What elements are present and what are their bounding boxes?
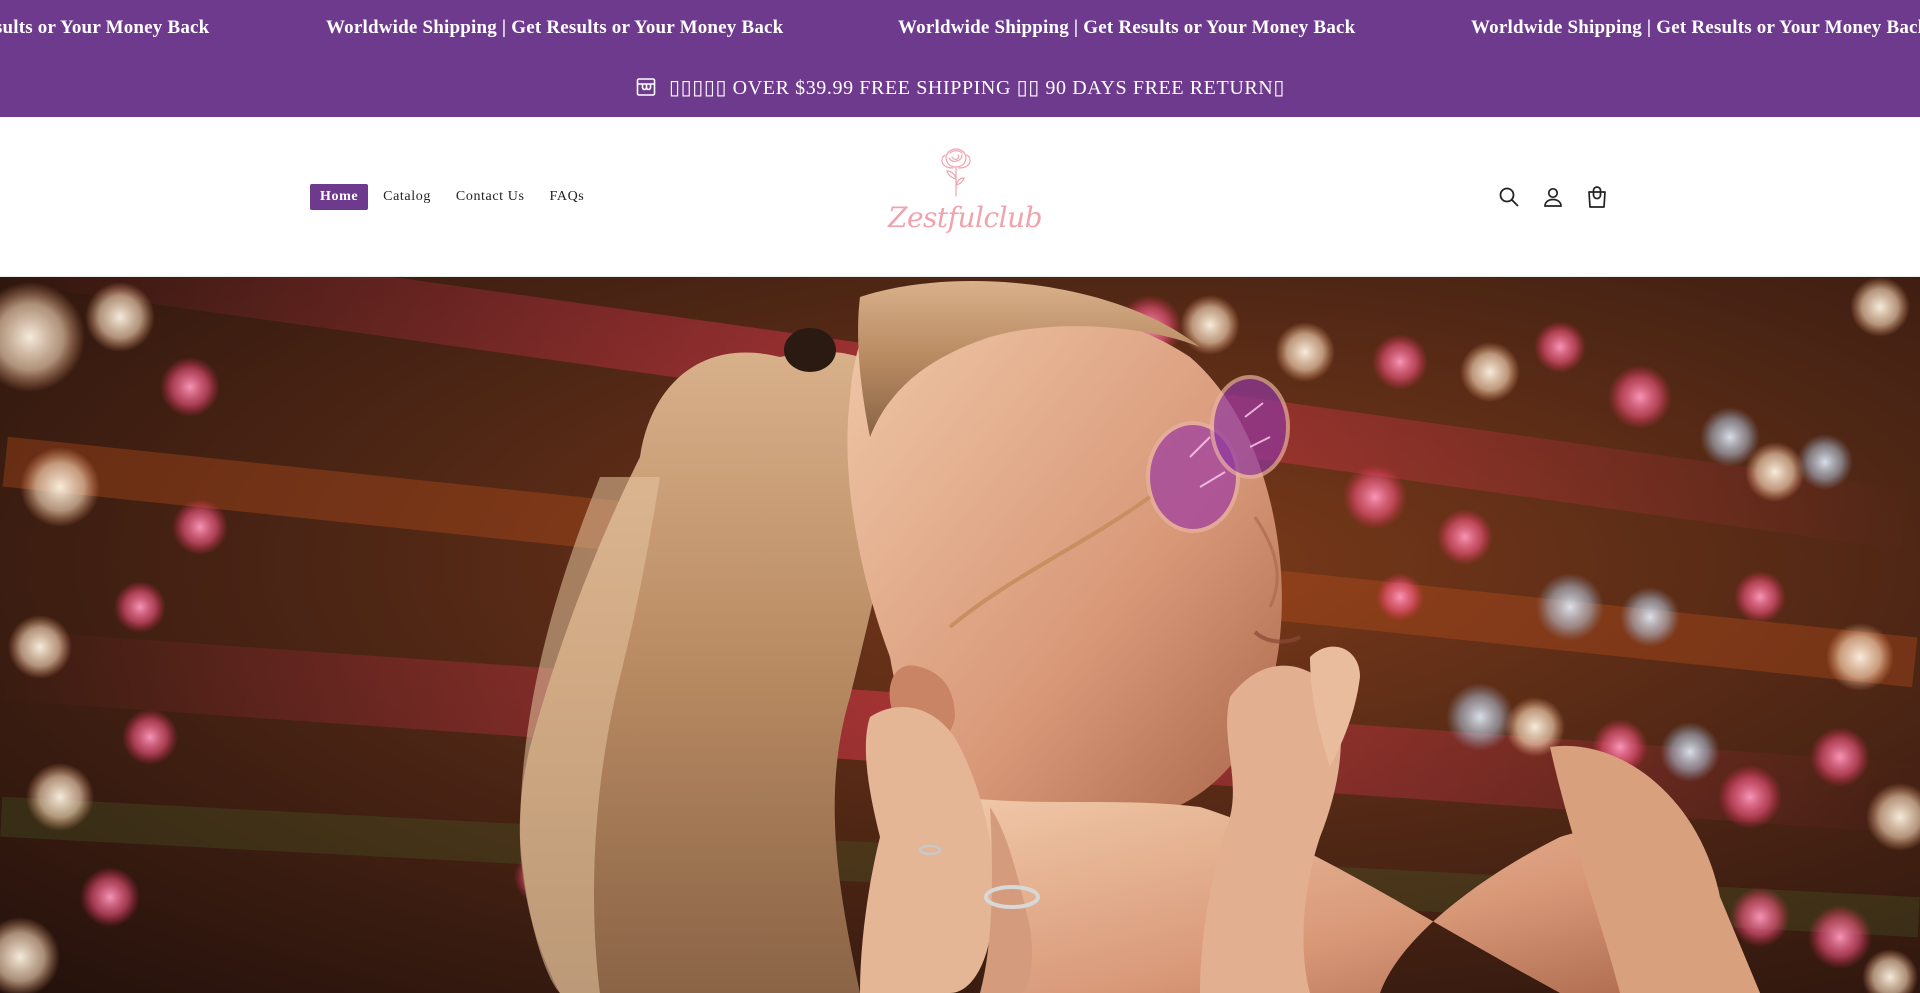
marquee-item: Worldwide Shipping | Get Results or Your… (1471, 17, 1920, 38)
cart-icon[interactable] (1584, 184, 1609, 209)
logo-text: Zestfulclub (888, 201, 1043, 234)
marquee-bar: Worldwide Shipping | Get Results or Your… (0, 0, 1920, 57)
nav-link-home[interactable]: Home (310, 184, 369, 210)
shop-icon (635, 76, 657, 98)
account-icon[interactable] (1540, 184, 1565, 209)
nav-link-contact-us[interactable]: Contact Us (446, 184, 535, 210)
site-header: Home Catalog Contact Us FAQs Zestfulclub (0, 117, 1920, 277)
nav-link-faqs[interactable]: FAQs (540, 184, 595, 210)
search-icon[interactable] (1496, 184, 1521, 209)
announcement-text: ▯▯▯▯▯ OVER $39.99 FREE SHIPPING ▯▯ 90 DA… (669, 76, 1285, 99)
site-logo[interactable]: Zestfulclub (888, 143, 1043, 243)
marquee-item: Worldwide Shipping | Get Results or Your… (326, 17, 784, 38)
rose-icon (932, 143, 980, 201)
marquee-item: Worldwide Shipping | Get Results or Your… (898, 17, 1356, 38)
nav-link-catalog[interactable]: Catalog (373, 184, 441, 210)
hero-photo (0, 277, 1920, 993)
header-icons (1496, 184, 1609, 209)
main-nav: Home Catalog Contact Us FAQs (310, 184, 599, 210)
announcement-bar: ▯▯▯▯▯ OVER $39.99 FREE SHIPPING ▯▯ 90 DA… (0, 57, 1920, 117)
marquee-item: Worldwide Shipping | Get Results or Your… (0, 17, 210, 38)
